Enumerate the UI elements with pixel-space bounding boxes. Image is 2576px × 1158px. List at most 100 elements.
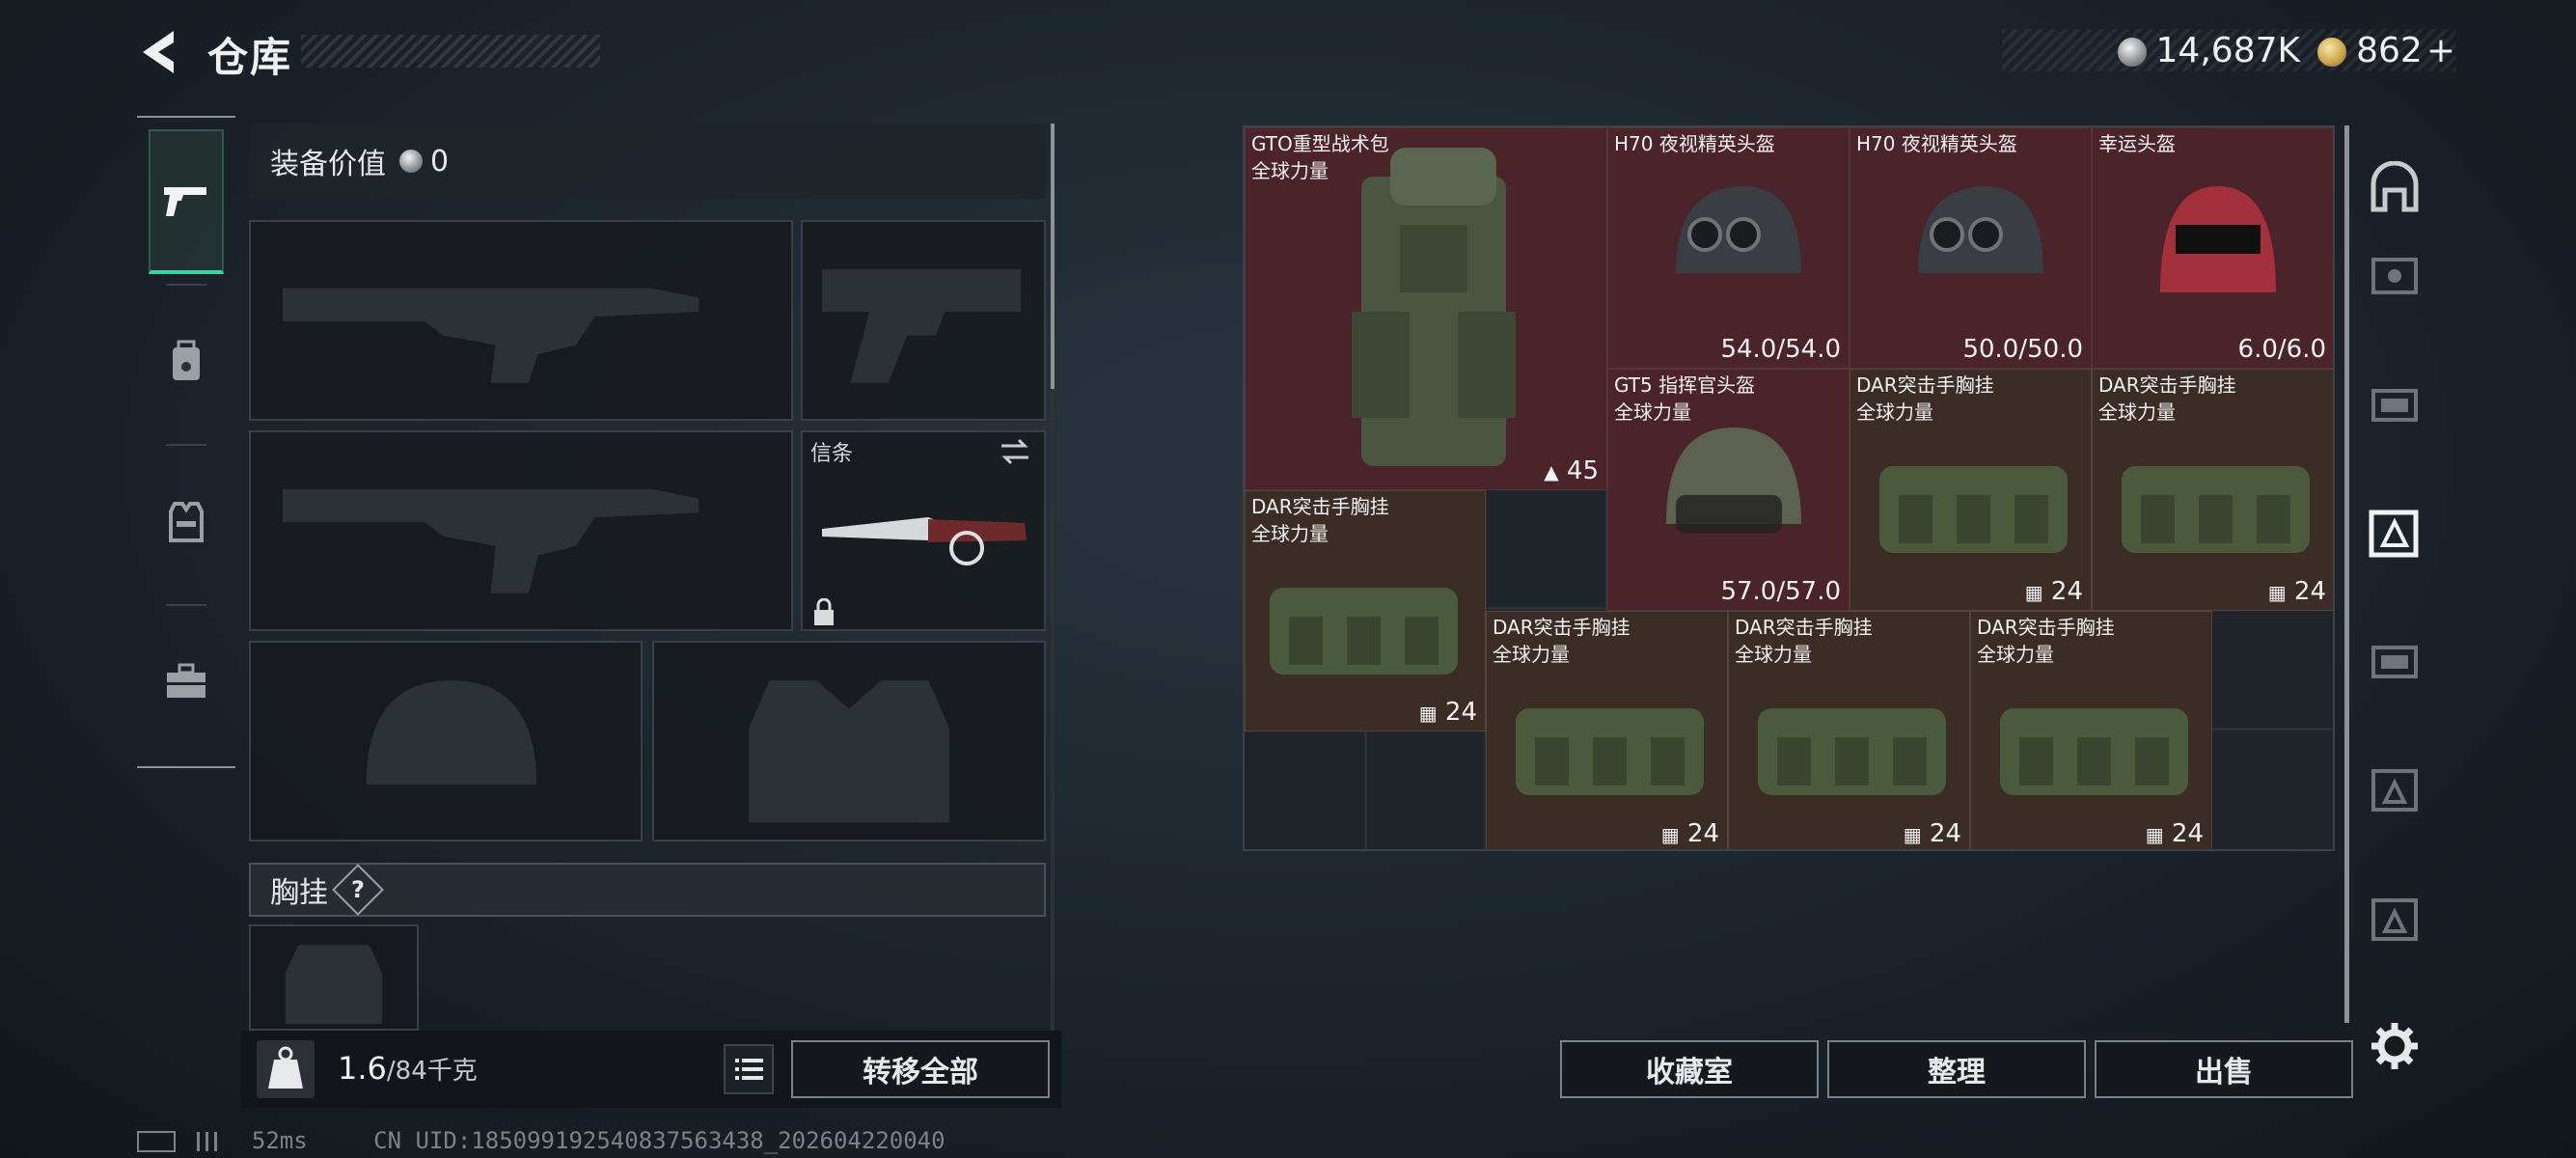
stash-page-icon	[2369, 510, 2419, 558]
stash-item-chest-rig[interactable]: DAR突击手胸挂 全球力量 ▦ 24	[1245, 490, 1486, 731]
stash-category-2[interactable]	[2356, 361, 2433, 448]
list-icon	[735, 1059, 763, 1080]
nav-toolbox[interactable]	[149, 610, 224, 755]
armor-placeholder-icon	[749, 680, 949, 823]
signal-icon	[197, 1132, 227, 1151]
currency-bar: 14,687K 862 +	[2002, 29, 2455, 71]
chest-rig-slot[interactable]	[249, 924, 419, 1031]
gold-currency[interactable]: 862 +	[2317, 31, 2455, 70]
helmet-item-icon	[1666, 427, 1801, 534]
helmet-slot[interactable]	[249, 641, 643, 841]
stash-item-helmet[interactable]: 幸运头盔 6.0/6.0	[2092, 127, 2333, 369]
gear-icon	[2371, 1023, 2418, 1069]
stash-item-chest-rig[interactable]: DAR突击手胸挂 全球力量 ▦ 24	[1970, 611, 2212, 849]
settings-button[interactable]	[2370, 1021, 2420, 1071]
pistol-icon	[164, 187, 206, 216]
melee-slot[interactable]: 信条	[801, 430, 1046, 631]
collection-room-button[interactable]: 收藏室	[1560, 1040, 1819, 1098]
secondary-weapon-slot[interactable]	[801, 220, 1046, 421]
weight-capacity: 1.6/84千克	[338, 1050, 478, 1087]
rifle-placeholder-icon	[282, 288, 699, 383]
stash-item-chest-rig[interactable]: DAR突击手胸挂 全球力量 ▦ 24	[1728, 611, 1970, 849]
uid-text: CN UID:185099192540837563438_20260422004…	[373, 1127, 945, 1154]
lock-icon	[814, 598, 834, 625]
nav-weapons[interactable]	[149, 129, 224, 274]
chest-rig-item-icon	[1516, 708, 1704, 795]
sort-button[interactable]: 整理	[1827, 1040, 2086, 1098]
chest-rig-item-icon	[1758, 708, 1946, 795]
stash-grid: GTO重型战术包 全球力量 ▲ 45 H70 夜视精英头盔 54.0/54.0 …	[1243, 125, 2335, 851]
weight-icon	[257, 1040, 315, 1098]
chest-rig-item-icon	[2122, 466, 2310, 553]
silver-coin-icon	[399, 150, 423, 173]
stash-item-chest-rig[interactable]: DAR突击手胸挂 全球力量 ▦ 24	[1850, 369, 2092, 611]
chest-rig-item-icon	[1879, 466, 2068, 553]
vest-icon	[169, 502, 204, 542]
weight-bar: 1.6/84千克 转移全部	[241, 1031, 1061, 1108]
backpack-item-icon	[1352, 148, 1516, 466]
chest-rig-header: 胸挂 ?	[249, 863, 1046, 917]
back-arrow-icon	[143, 31, 174, 73]
nav-backpack[interactable]	[149, 290, 224, 434]
transfer-all-button[interactable]: 转移全部	[791, 1040, 1050, 1098]
helmet-item-icon	[1676, 186, 1801, 273]
backpack-icon	[173, 340, 200, 380]
capacity-icon: ▦	[2024, 581, 2043, 604]
ping-value: 52ms	[251, 1127, 308, 1154]
stash-item-helmet[interactable]: H70 夜视精英头盔 54.0/54.0	[1607, 127, 1850, 369]
stash-page-icon	[2371, 646, 2418, 678]
stash-page-icon	[2371, 898, 2418, 941]
vault-icon	[2370, 161, 2419, 212]
sell-button[interactable]: 出售	[2095, 1040, 2353, 1098]
stash-category-1[interactable]	[2356, 232, 2433, 318]
capacity-icon: ▦	[1418, 702, 1438, 725]
weight-icon: ▲	[1544, 460, 1559, 483]
helmet-placeholder-icon	[366, 680, 537, 786]
status-line: 52ms CN UID:185099192540837563438_202604…	[137, 1127, 945, 1154]
stash-category-3-active[interactable]	[2356, 490, 2433, 577]
stash-item-helmet[interactable]: H70 夜视精英头盔 50.0/50.0	[1850, 127, 2092, 369]
stash-page-icon	[2371, 769, 2418, 812]
silver-currency: 14,687K	[2117, 31, 2300, 70]
rifle-placeholder-icon	[282, 488, 699, 593]
equipment-scrollbar-thumb[interactable]	[1051, 124, 1055, 389]
capacity-icon: ▦	[1660, 823, 1680, 846]
nav-vest[interactable]	[149, 450, 224, 594]
capacity-icon: ▦	[2267, 581, 2287, 604]
stash-category-6[interactable]	[2356, 876, 2433, 963]
equipment-value: 装备价值 0	[249, 124, 1046, 199]
helmet-item-icon	[1918, 186, 2043, 273]
rig-placeholder-icon	[285, 945, 383, 1025]
chest-rig-item-icon	[1270, 588, 1458, 675]
battery-icon	[137, 1131, 176, 1152]
stash-category-5[interactable]	[2356, 747, 2433, 834]
page-title: 仓库	[207, 34, 293, 81]
back-button[interactable]	[135, 25, 183, 79]
help-button[interactable]: ?	[332, 864, 384, 916]
stash-item-chest-rig[interactable]: DAR突击手胸挂 全球力量 ▦ 24	[2092, 369, 2333, 611]
stash-category-4[interactable]	[2356, 618, 2433, 704]
title-decoration	[301, 35, 600, 68]
stash-item-chest-rig[interactable]: DAR突击手胸挂 全球力量 ▦ 24	[1486, 611, 1728, 849]
backup-weapon-slot[interactable]	[249, 430, 793, 631]
toolbox-icon	[167, 663, 206, 698]
capacity-icon: ▦	[1903, 823, 1922, 846]
stash-page-icon	[2371, 258, 2418, 294]
swap-icon[interactable]	[996, 432, 1034, 471]
loadout-category-nav	[137, 116, 235, 768]
armor-slot[interactable]	[652, 641, 1046, 841]
equipment-panel: 装备价值 0 信条 胸挂 ?	[249, 124, 1059, 1031]
stash-item-helmet[interactable]: GT5 指挥官头盔 全球力量 57.0/57.0	[1607, 369, 1850, 611]
primary-weapon-slot[interactable]	[249, 220, 793, 421]
pistol-placeholder-icon	[822, 269, 1022, 383]
list-view-button[interactable]	[724, 1044, 774, 1094]
chest-rig-item-icon	[2000, 708, 2188, 795]
capacity-icon: ▦	[2145, 823, 2164, 846]
stash-item-backpack[interactable]: GTO重型战术包 全球力量 ▲ 45	[1245, 127, 1607, 490]
silver-coin-icon	[2117, 37, 2147, 67]
stash-category-all[interactable]	[2356, 145, 2433, 232]
add-currency-icon[interactable]: +	[2426, 31, 2455, 70]
stash-scrollbar-thumb[interactable]	[2344, 125, 2349, 1023]
lucky-helmet-icon	[2160, 186, 2276, 292]
gold-coin-icon	[2317, 37, 2347, 67]
